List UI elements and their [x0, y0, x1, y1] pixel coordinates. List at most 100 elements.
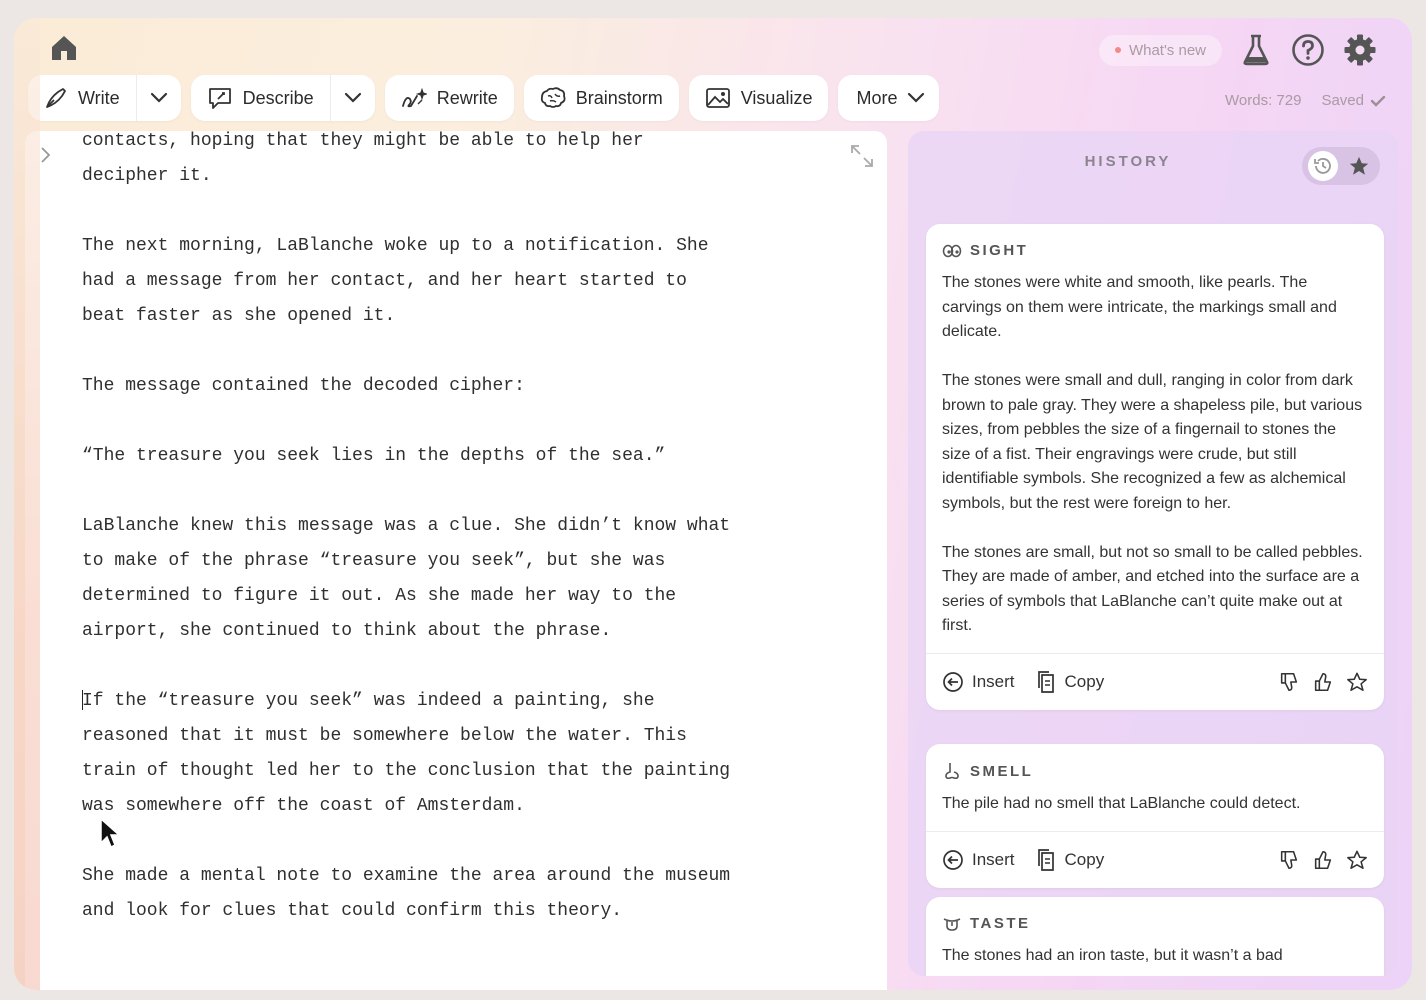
history-icon	[1314, 158, 1331, 174]
gear-icon	[1344, 34, 1376, 66]
show-starred-button[interactable]	[1344, 151, 1374, 181]
paragraph[interactable]: The message contained the decoded cipher…	[82, 369, 852, 404]
rewrite-button[interactable]: Rewrite	[384, 75, 514, 121]
chevron-down-icon	[344, 92, 361, 103]
write-options-dropdown[interactable]	[135, 75, 181, 121]
cursor-icon	[100, 817, 121, 849]
rewrite-icon	[401, 87, 427, 108]
chevron-down-icon	[150, 92, 167, 103]
star-icon	[1349, 156, 1369, 175]
dislike-button[interactable]	[1278, 849, 1300, 871]
chevron-down-icon	[908, 92, 925, 103]
copy-icon	[1037, 670, 1054, 693]
word-count: Words: 729	[1225, 92, 1302, 109]
paragraph[interactable]: The next morning, LaBlanche woke up to a…	[82, 229, 852, 334]
home-button[interactable]	[48, 32, 80, 64]
history-card-sight: SIGHT The stones were white and smooth, …	[926, 224, 1384, 710]
labs-button[interactable]	[1238, 32, 1274, 68]
visualize-label: Visualize	[740, 87, 813, 108]
top-right-controls: What's new	[1098, 32, 1378, 68]
document-status: Words: 729 Saved	[1225, 92, 1386, 109]
help-button[interactable]	[1290, 32, 1326, 68]
saved-label: Saved	[1321, 92, 1364, 109]
notification-dot	[1114, 47, 1121, 53]
star-icon	[1347, 850, 1367, 869]
expand-editor-button[interactable]	[849, 143, 875, 174]
describe-icon	[208, 88, 231, 109]
dislike-button[interactable]	[1278, 671, 1300, 693]
insert-icon	[943, 849, 963, 870]
history-card-taste: TASTE The stones had an iron taste, but …	[926, 897, 1384, 976]
insert-label: Insert	[972, 849, 1015, 869]
star-button[interactable]	[1346, 671, 1368, 693]
card-label: TASTE	[970, 915, 1031, 932]
history-panel: HISTORY SIGHT The stones were white and …	[908, 131, 1398, 976]
copy-label: Copy	[1064, 849, 1105, 869]
thumbs-up-icon	[1314, 850, 1332, 869]
suggestion-text: The stones are small, but not so small t…	[942, 543, 1363, 635]
paragraph[interactable]: “The treasure you seek lies in the depth…	[82, 439, 852, 474]
whats-new-button[interactable]: What's new	[1098, 34, 1222, 66]
pen-icon	[46, 88, 66, 108]
card-label: SIGHT	[970, 242, 1029, 259]
describe-label: Describe	[242, 87, 314, 108]
star-icon	[1347, 672, 1367, 691]
expand-icon	[851, 145, 873, 167]
toolbar: Write Describe Rewrite Brainstorm Visual…	[28, 75, 940, 121]
suggestion-text: The stones had an iron taste, but it was…	[942, 947, 1283, 964]
like-button[interactable]	[1312, 671, 1334, 693]
suggestion-text: The stones were white and smooth, like p…	[942, 274, 1337, 340]
copy-button[interactable]: Copy	[1035, 848, 1105, 872]
card-header: TASTE	[926, 897, 1384, 932]
brain-icon	[540, 87, 566, 108]
insert-label: Insert	[972, 671, 1015, 691]
editor-panel: contacts, hoping that they might be able…	[25, 131, 887, 990]
copy-button[interactable]: Copy	[1035, 670, 1105, 694]
like-button[interactable]	[1312, 849, 1334, 871]
history-title: HISTORY	[1084, 153, 1172, 170]
card-content: The stones had an iron taste, but it was…	[926, 932, 1384, 976]
history-card-smell: SMELL The pile had no smell that LaBlanc…	[926, 744, 1384, 888]
feedback-group	[1278, 849, 1368, 871]
show-all-history-button[interactable]	[1308, 151, 1338, 181]
brainstorm-button[interactable]: Brainstorm	[523, 75, 679, 121]
paragraph[interactable]: LaBlanche knew this message was a clue. …	[82, 509, 852, 649]
settings-button[interactable]	[1342, 32, 1378, 68]
app-window: What's new Write Describe Rewrite Brains…	[14, 18, 1412, 990]
card-header: SIGHT	[926, 224, 1384, 259]
paragraph[interactable]: If the “treasure you seek” was indeed a …	[82, 684, 852, 824]
suggestion-text: The stones were small and dull, ranging …	[942, 372, 1363, 512]
more-button[interactable]: More	[838, 75, 940, 121]
text-caret	[82, 690, 83, 711]
star-button[interactable]	[1346, 849, 1368, 871]
write-button[interactable]: Write	[28, 75, 136, 121]
paragraph[interactable]: She made a mental note to examine the ar…	[82, 859, 852, 929]
chevron-right-icon	[41, 147, 51, 163]
describe-button[interactable]: Describe	[191, 75, 330, 121]
thumbs-up-icon	[1314, 672, 1332, 691]
card-content: The pile had no smell that LaBlanche cou…	[926, 780, 1384, 831]
write-split-button: Write	[28, 75, 181, 121]
insert-button[interactable]: Insert	[942, 849, 1015, 871]
card-content: The stones were white and smooth, like p…	[926, 259, 1384, 653]
thumbs-down-icon	[1280, 850, 1298, 869]
eye-icon	[942, 244, 962, 257]
copy-label: Copy	[1064, 671, 1105, 691]
tongue-icon	[943, 917, 961, 931]
visualize-button[interactable]: Visualize	[688, 75, 829, 121]
insert-button[interactable]: Insert	[942, 671, 1015, 693]
describe-split-button: Describe	[190, 75, 375, 121]
paragraph[interactable]: contacts, hoping that they might be able…	[82, 131, 852, 194]
history-filter-toggle	[1302, 147, 1380, 185]
rewrite-label: Rewrite	[436, 87, 498, 108]
more-label: More	[856, 87, 898, 108]
image-icon	[705, 88, 730, 108]
beaker-icon	[1243, 34, 1269, 66]
toggle-sidebar-button[interactable]	[39, 145, 53, 170]
document-text[interactable]: contacts, hoping that they might be able…	[82, 131, 852, 964]
describe-options-dropdown[interactable]	[329, 75, 375, 121]
insert-icon	[943, 671, 963, 692]
nose-icon	[945, 763, 959, 780]
home-icon	[52, 36, 76, 60]
help-icon	[1292, 34, 1324, 66]
